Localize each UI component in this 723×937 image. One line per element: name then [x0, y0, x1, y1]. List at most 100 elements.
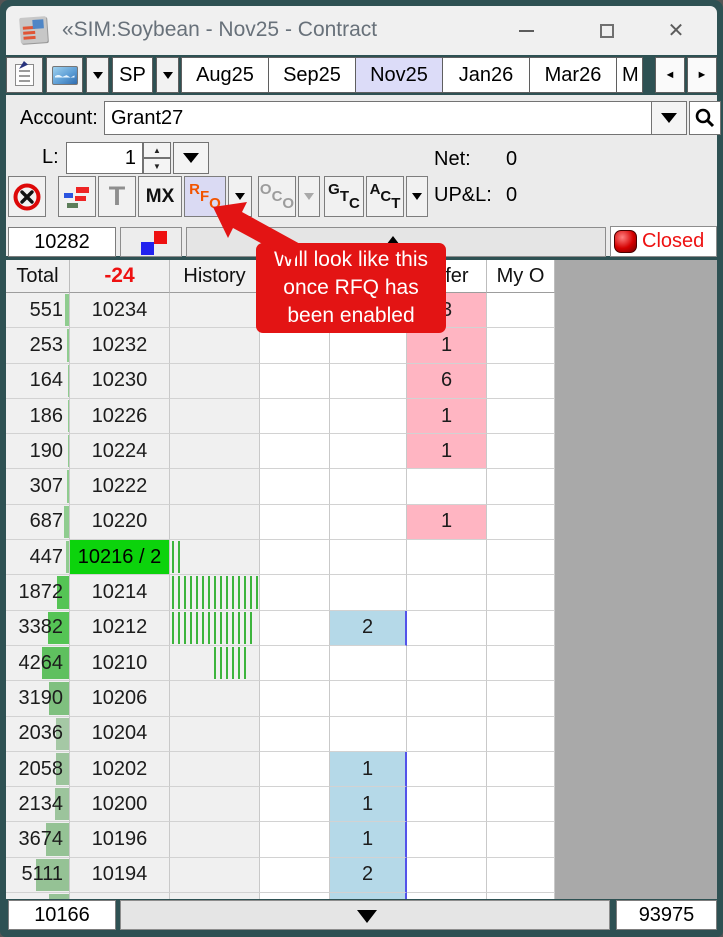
bid-side-cell[interactable] — [260, 822, 330, 857]
my-order-cell[interactable] — [487, 611, 555, 646]
my-order-cell[interactable] — [487, 469, 555, 504]
my-order-cell[interactable] — [487, 399, 555, 434]
bid-cell[interactable] — [330, 505, 407, 540]
bid-cell[interactable]: 2 — [330, 611, 407, 646]
my-order-cell[interactable] — [487, 752, 555, 787]
my-order-cell[interactable] — [487, 328, 555, 363]
bid-side-cell[interactable] — [260, 328, 330, 363]
sp-button[interactable]: SP — [112, 57, 153, 93]
my-order-cell[interactable] — [487, 293, 555, 328]
offer-cell[interactable] — [407, 752, 487, 787]
oco-button[interactable]: OCO — [258, 176, 296, 217]
bid-cell[interactable] — [330, 399, 407, 434]
offer-cell[interactable] — [407, 822, 487, 857]
bid-cell[interactable] — [330, 646, 407, 681]
tabs-scroll-right-button[interactable]: ► — [687, 57, 717, 93]
bid-cell[interactable] — [330, 328, 407, 363]
bid-side-cell[interactable] — [260, 364, 330, 399]
offer-cell[interactable] — [407, 646, 487, 681]
offer-cell[interactable] — [407, 858, 487, 893]
bid-side-cell[interactable] — [260, 399, 330, 434]
my-order-cell[interactable] — [487, 646, 555, 681]
bid-cell[interactable] — [330, 575, 407, 610]
rfq-dropdown[interactable] — [228, 176, 252, 217]
bid-side-cell[interactable] — [260, 611, 330, 646]
bid-cell[interactable]: 2 — [330, 858, 407, 893]
sp-dropdown[interactable] — [156, 57, 179, 93]
account-dropdown[interactable] — [651, 101, 687, 135]
spinner-down-button[interactable]: ▼ — [143, 158, 171, 174]
offer-cell[interactable] — [407, 611, 487, 646]
bid-side-cell[interactable] — [260, 858, 330, 893]
bid-cell[interactable]: 1 — [330, 822, 407, 857]
my-order-cell[interactable] — [487, 505, 555, 540]
mx-button[interactable]: MX — [138, 176, 182, 217]
bid-cell[interactable] — [330, 540, 407, 575]
maximize-button[interactable] — [584, 6, 630, 55]
gtc-button[interactable]: GTC — [324, 176, 364, 217]
offer-cell[interactable]: 3 — [407, 293, 487, 328]
bid-cell[interactable]: 1 — [330, 787, 407, 822]
tab-mar26[interactable]: Mar26 — [529, 57, 617, 93]
close-button[interactable]: ✕ — [653, 6, 699, 55]
act-dropdown[interactable] — [406, 176, 428, 217]
properties-button[interactable] — [6, 57, 43, 93]
my-order-cell[interactable] — [487, 858, 555, 893]
spinner-up-button[interactable]: ▲ — [143, 142, 171, 158]
rfq-button[interactable]: RFQ — [184, 176, 226, 217]
bid-side-cell[interactable] — [260, 293, 330, 328]
tab-aug25[interactable]: Aug25 — [181, 57, 269, 93]
my-order-cell[interactable] — [487, 681, 555, 716]
my-order-cell[interactable] — [487, 364, 555, 399]
chart-view-button[interactable] — [46, 57, 83, 93]
recenter-up-strip[interactable] — [186, 227, 606, 257]
offer-cell[interactable]: 1 — [407, 434, 487, 469]
offer-cell[interactable]: 1 — [407, 328, 487, 363]
bid-cell[interactable] — [330, 681, 407, 716]
offer-cell[interactable] — [407, 540, 487, 575]
bid-side-cell[interactable] — [260, 469, 330, 504]
my-order-cell[interactable] — [487, 893, 555, 899]
chart-view-dropdown[interactable] — [86, 57, 109, 93]
recenter-down-strip[interactable] — [120, 900, 610, 930]
bid-side-cell[interactable] — [260, 646, 330, 681]
bid-cell[interactable] — [330, 469, 407, 504]
level-input[interactable] — [66, 142, 143, 174]
my-order-cell[interactable] — [487, 787, 555, 822]
bid-side-cell[interactable] — [260, 893, 330, 899]
offer-cell[interactable] — [407, 787, 487, 822]
my-order-cell[interactable] — [487, 575, 555, 610]
offer-cell[interactable] — [407, 469, 487, 504]
account-search-button[interactable] — [689, 101, 721, 135]
depth-button[interactable] — [58, 176, 96, 217]
offer-cell[interactable]: 1 — [407, 399, 487, 434]
bid-side-cell[interactable] — [260, 505, 330, 540]
bid-cell[interactable] — [330, 364, 407, 399]
my-order-cell[interactable] — [487, 822, 555, 857]
my-order-cell[interactable] — [487, 540, 555, 575]
bid-cell[interactable]: 1 — [330, 752, 407, 787]
tab-sep25[interactable]: Sep25 — [268, 57, 356, 93]
minimize-button[interactable] — [503, 6, 549, 55]
cancel-all-button[interactable] — [8, 176, 46, 217]
bid-cell[interactable] — [330, 893, 407, 899]
offer-cell[interactable] — [407, 717, 487, 752]
tab-jan26[interactable]: Jan26 — [442, 57, 530, 93]
bid-side-cell[interactable] — [260, 540, 330, 575]
offer-cell[interactable]: 6 — [407, 364, 487, 399]
offer-cell[interactable] — [407, 575, 487, 610]
offer-cell[interactable] — [407, 681, 487, 716]
tab-nov25[interactable]: Nov25 — [355, 57, 443, 93]
my-order-cell[interactable] — [487, 434, 555, 469]
account-input[interactable] — [104, 101, 652, 135]
bid-cell[interactable] — [330, 717, 407, 752]
bid-side-cell[interactable] — [260, 717, 330, 752]
bid-side-cell[interactable] — [260, 681, 330, 716]
bid-cell[interactable] — [330, 434, 407, 469]
bid-cell[interactable] — [330, 293, 407, 328]
bid-side-cell[interactable] — [260, 575, 330, 610]
level-dropdown[interactable] — [173, 142, 209, 174]
offer-cell[interactable] — [407, 893, 487, 899]
oco-dropdown[interactable] — [298, 176, 320, 217]
act-button[interactable]: ACT — [366, 176, 404, 217]
